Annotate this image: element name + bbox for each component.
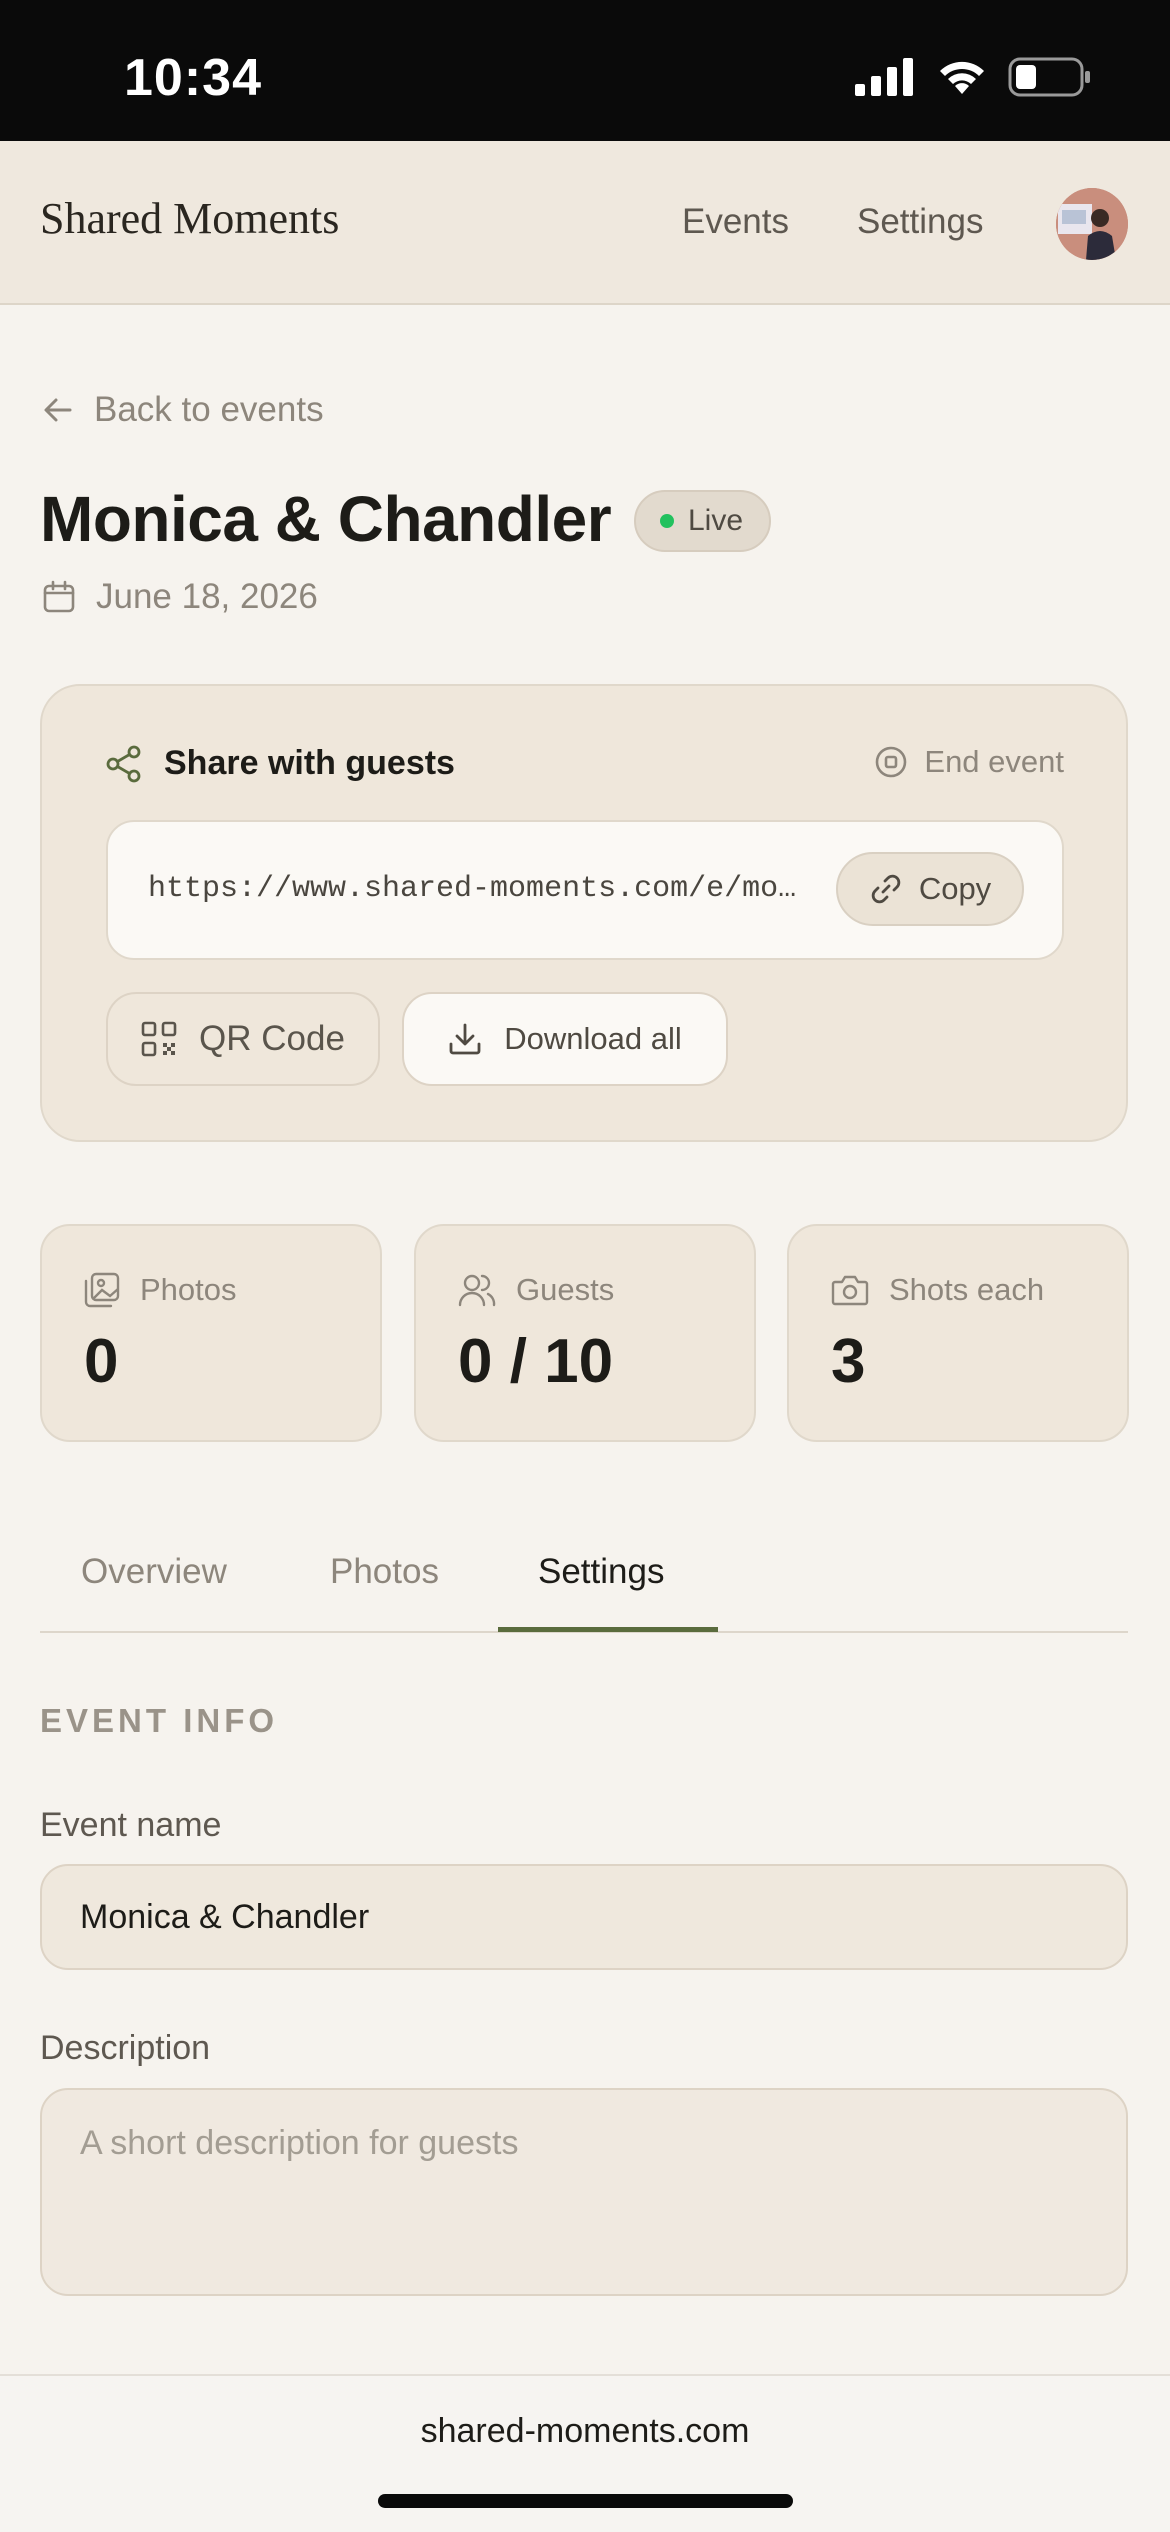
stat-value: 3 — [831, 1327, 866, 1396]
description-label: Description — [40, 2029, 211, 2067]
share-url-text: https://www.shared-moments.com/e/mo… — [148, 872, 797, 906]
wifi-icon — [935, 56, 989, 96]
section-title: EVENT INFO — [40, 1702, 279, 1739]
browser-domain[interactable]: shared-moments.com — [0, 2412, 1170, 2451]
live-dot-icon — [660, 514, 674, 528]
nav-events-link[interactable]: Events — [682, 202, 789, 242]
users-icon — [458, 1272, 516, 1308]
arrow-left-icon — [42, 394, 94, 426]
share-heading: Share with guests — [106, 744, 455, 783]
download-all-button[interactable]: Download all — [402, 992, 728, 1086]
share-icon — [106, 745, 142, 783]
stat-label: Guests — [516, 1272, 615, 1307]
browser-address-bar: shared-moments.com — [0, 2374, 1170, 2532]
event-name-input[interactable] — [40, 1864, 1128, 1970]
brand-logo[interactable]: Shared Moments — [40, 193, 339, 244]
share-card: Share with guests End event https://www.… — [40, 684, 1128, 1142]
qr-code-icon — [141, 1021, 199, 1057]
nav-settings-link[interactable]: Settings — [857, 202, 983, 242]
stat-value: 0 — [84, 1327, 119, 1396]
calendar-icon — [42, 580, 96, 614]
link-icon — [869, 872, 919, 906]
stat-label: Shots each — [889, 1272, 1045, 1307]
tab-overview[interactable]: Overview — [81, 1552, 227, 1592]
user-avatar[interactable] — [1056, 188, 1128, 260]
battery-icon — [1008, 56, 1092, 98]
stat-card-shots-each: Shots each 3 — [787, 1224, 1129, 1442]
status-badge: Live — [634, 490, 772, 552]
back-to-events-link[interactable]: Back to events — [42, 390, 324, 430]
end-event-button[interactable]: End event — [874, 744, 1064, 780]
home-indicator[interactable] — [378, 2494, 793, 2508]
status-bar: 10:34 — [0, 0, 1170, 141]
share-url-field[interactable]: https://www.shared-moments.com/e/mo… Cop… — [106, 820, 1064, 960]
end-event-label: End event — [924, 744, 1064, 779]
copy-link-button[interactable]: Copy — [836, 852, 1024, 926]
stop-circle-icon — [874, 745, 924, 779]
event-date: June 18, 2026 — [42, 577, 318, 617]
qr-code-label: QR Code — [199, 1019, 345, 1058]
stat-card-photos: Photos 0 — [40, 1224, 382, 1442]
tab-photos[interactable]: Photos — [330, 1552, 439, 1592]
qr-code-button[interactable]: QR Code — [106, 992, 380, 1086]
download-icon — [448, 1022, 504, 1056]
stat-label: Photos — [140, 1272, 237, 1307]
event-date-text: June 18, 2026 — [96, 577, 318, 616]
event-title: Monica & Chandler — [40, 483, 612, 555]
stat-card-guests: Guests 0 / 10 — [414, 1224, 756, 1442]
download-all-label: Download all — [504, 1021, 682, 1056]
active-tab-indicator — [498, 1627, 718, 1632]
image-icon — [84, 1272, 140, 1308]
event-tabs: Overview Photos Settings — [40, 1540, 1128, 1633]
description-input[interactable] — [40, 2088, 1128, 2296]
tab-settings[interactable]: Settings — [538, 1552, 664, 1592]
event-name-label: Event name — [40, 1806, 222, 1844]
top-navigation: Shared Moments Events Settings — [0, 141, 1170, 305]
copy-button-label: Copy — [918, 871, 992, 906]
stat-value: 0 / 10 — [458, 1327, 614, 1396]
camera-icon — [831, 1273, 889, 1307]
status-badge-label: Live — [688, 504, 744, 537]
cellular-signal-icon — [855, 58, 915, 96]
back-link-label: Back to events — [94, 390, 324, 429]
status-time: 10:34 — [124, 49, 262, 107]
share-heading-label: Share with guests — [164, 744, 455, 782]
